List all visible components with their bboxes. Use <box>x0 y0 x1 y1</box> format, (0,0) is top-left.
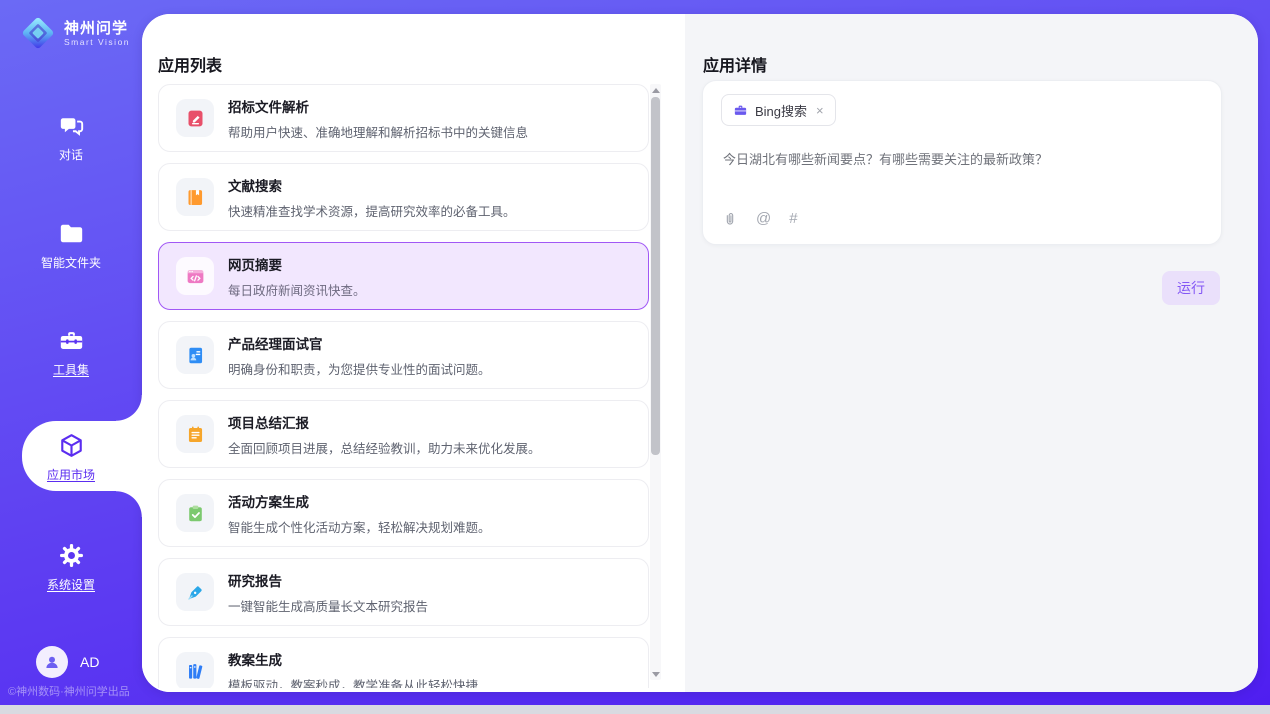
app-description: 模板驱动，教案秒成，教学准备从此轻松快捷 <box>228 675 478 689</box>
sidebar: 神州问学 Smart Vision 对话 智能文件夹 工具集 应用市场 系统设置… <box>0 0 142 705</box>
pen-icon <box>176 573 214 611</box>
user-row[interactable]: AD <box>36 646 99 678</box>
clipboard-icon <box>176 494 214 532</box>
sidebar-item-chat[interactable]: 对话 <box>0 112 142 163</box>
sidebar-item-toolset[interactable]: 工具集 <box>0 327 142 378</box>
app-list: 招标文件解析 帮助用户快速、准确地理解和解析招标书中的关键信息 文献搜索 快速精… <box>158 84 649 688</box>
app-window: 神州问学 Smart Vision 对话 智能文件夹 工具集 应用市场 系统设置… <box>0 0 1270 705</box>
brand-subtitle: Smart Vision <box>64 37 130 47</box>
app-description: 一键智能生成高质量长文本研究报告 <box>228 596 428 615</box>
brand-logo: 神州问学 Smart Vision <box>18 13 130 53</box>
briefcase-icon <box>733 103 748 118</box>
cube-icon <box>58 432 85 459</box>
app-description: 每日政府新闻资讯快查。 <box>228 280 366 299</box>
app-name: 网页摘要 <box>228 254 366 274</box>
app-name: 研究报告 <box>228 570 428 590</box>
app-list-item[interactable]: 活动方案生成 智能生成个性化活动方案，轻松解决规划难题。 <box>158 479 649 547</box>
attachment-toolbar: @ # <box>722 210 798 227</box>
mention-icon[interactable]: @ <box>756 210 771 227</box>
brand-diamond-icon <box>18 13 58 53</box>
report-icon <box>176 415 214 453</box>
folder-icon <box>58 220 85 247</box>
paperclip-icon[interactable] <box>722 211 738 227</box>
query-text-input[interactable]: 今日湖北有哪些新闻要点？有哪些需要关注的最新政策？ <box>723 149 1201 168</box>
app-detail-title: 应用详情 <box>703 52 767 76</box>
scrollbar[interactable] <box>650 84 661 680</box>
app-description: 快速精准查找学术资源，提高研究效率的必备工具。 <box>228 201 516 220</box>
main-content: 应用列表 招标文件解析 帮助用户快速、准确地理解和解析招标书中的关键信息 文献搜… <box>142 14 1258 692</box>
app-list-item[interactable]: 产品经理面试官 明确身份和职责，为您提供专业性的面试问题。 <box>158 321 649 389</box>
resume-icon <box>176 336 214 374</box>
app-name: 文献搜索 <box>228 175 516 195</box>
toolbox-icon <box>58 327 85 354</box>
app-list-item[interactable]: 网页摘要 每日政府新闻资讯快查。 <box>158 242 649 310</box>
sidebar-item-label: 系统设置 <box>47 576 95 593</box>
bid-doc-icon <box>176 99 214 137</box>
chat-icon <box>58 112 85 139</box>
scroll-down-icon[interactable] <box>650 668 661 680</box>
user-avatar-icon[interactable] <box>36 646 68 678</box>
sidebar-item-label: 对话 <box>59 146 83 163</box>
app-description: 全面回顾项目进展，总结经验教训，助力未来优化发展。 <box>228 438 541 457</box>
app-list-panel: 应用列表 招标文件解析 帮助用户快速、准确地理解和解析招标书中的关键信息 文献搜… <box>142 14 685 692</box>
app-list-item[interactable]: 教案生成 模板驱动，教案秒成，教学准备从此轻松快捷 <box>158 637 649 688</box>
app-name: 产品经理面试官 <box>228 333 491 353</box>
book-icon <box>176 178 214 216</box>
run-button[interactable]: 运行 <box>1162 271 1220 305</box>
app-description: 智能生成个性化活动方案，轻松解决规划难题。 <box>228 517 491 536</box>
app-list-item[interactable]: 研究报告 一键智能生成高质量长文本研究报告 <box>158 558 649 626</box>
app-description: 帮助用户快速、准确地理解和解析招标书中的关键信息 <box>228 122 528 141</box>
app-name: 招标文件解析 <box>228 96 528 116</box>
sidebar-item-app-market[interactable]: 应用市场 <box>0 432 142 483</box>
user-name: AD <box>80 654 99 670</box>
app-list-item[interactable]: 项目总结汇报 全面回顾项目进展，总结经验教训，助力未来优化发展。 <box>158 400 649 468</box>
hashtag-icon[interactable]: # <box>789 210 797 227</box>
sidebar-item-smart-folder[interactable]: 智能文件夹 <box>0 220 142 271</box>
books-icon <box>176 652 214 688</box>
webpage-icon <box>176 257 214 295</box>
gear-icon <box>58 542 85 569</box>
app-description: 明确身份和职责，为您提供专业性的面试问题。 <box>228 359 491 378</box>
app-name: 项目总结汇报 <box>228 412 541 432</box>
app-name: 活动方案生成 <box>228 491 491 511</box>
app-name: 教案生成 <box>228 649 478 669</box>
sidebar-item-label: 应用市场 <box>47 466 95 483</box>
app-list-item[interactable]: 文献搜索 快速精准查找学术资源，提高研究效率的必备工具。 <box>158 163 649 231</box>
sidebar-item-label: 智能文件夹 <box>41 254 101 271</box>
scroll-up-icon[interactable] <box>650 84 661 96</box>
tool-tag-close-icon[interactable]: × <box>816 104 824 117</box>
query-card: Bing搜索 × 今日湖北有哪些新闻要点？有哪些需要关注的最新政策？ @ # <box>702 80 1222 245</box>
brand-name: 神州问学 <box>64 20 130 37</box>
app-list-title: 应用列表 <box>158 52 222 76</box>
app-list-item[interactable]: 招标文件解析 帮助用户快速、准确地理解和解析招标书中的关键信息 <box>158 84 649 152</box>
sidebar-item-label: 工具集 <box>53 361 89 378</box>
scrollbar-thumb[interactable] <box>651 97 660 455</box>
copyright-footer: ©神州数码·神州问学出品 <box>8 683 130 699</box>
tool-tag-bing[interactable]: Bing搜索 × <box>721 94 836 126</box>
tool-tag-label: Bing搜索 <box>755 101 807 120</box>
sidebar-item-settings[interactable]: 系统设置 <box>0 542 142 593</box>
app-detail-panel: 应用详情 Bing搜索 × 今日湖北有哪些新闻要点？有哪些需要关注的最新政策？ <box>685 14 1258 692</box>
